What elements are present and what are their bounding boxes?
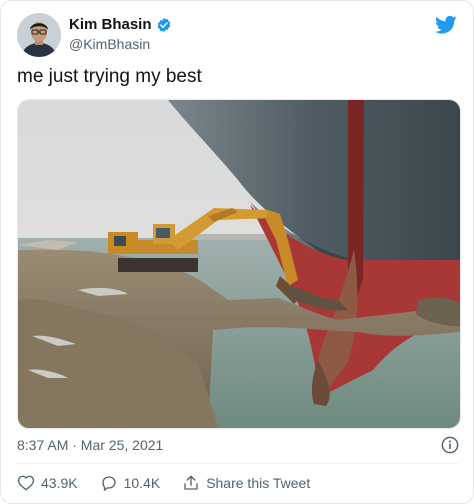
share-button[interactable]: Share this Tweet — [182, 474, 310, 492]
like-count: 43.9K — [41, 475, 78, 491]
tweet-timestamp[interactable]: 8:37 AM · Mar 25, 2021 — [17, 437, 163, 453]
reply-bubble-icon — [101, 476, 116, 491]
divider — [17, 463, 459, 464]
twitter-bird-icon[interactable] — [435, 15, 457, 35]
verified-badge-icon — [157, 17, 170, 32]
author-handle[interactable]: @KimBhasin — [69, 36, 150, 52]
heart-icon — [17, 475, 35, 491]
info-icon[interactable] — [441, 436, 459, 454]
share-label: Share this Tweet — [206, 475, 311, 491]
share-icon — [184, 475, 198, 490]
author-name[interactable]: Kim Bhasin — [69, 16, 152, 33]
author-name-row[interactable]: Kim Bhasin — [69, 16, 172, 33]
tweet-card: Kim Bhasin @KimBhasin me just trying my … — [0, 0, 474, 504]
like-button[interactable]: 43.9K — [17, 474, 78, 492]
reply-button[interactable]: 10.4K — [100, 474, 161, 492]
tweet-text: me just trying my best — [17, 66, 202, 87]
tweet-photo[interactable] — [17, 99, 461, 429]
reply-count: 10.4K — [123, 475, 161, 491]
avatar[interactable] — [17, 13, 61, 57]
tweet-actions: 43.9K 10.4K Share this Tweet — [17, 474, 332, 492]
